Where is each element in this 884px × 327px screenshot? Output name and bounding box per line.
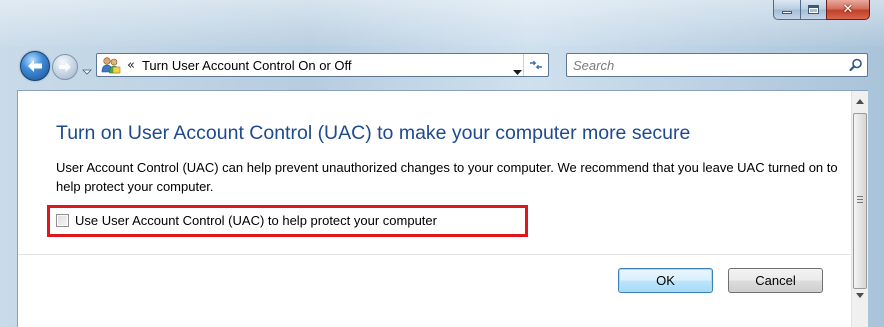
minimize-button[interactable] xyxy=(773,0,800,20)
window-frame: ✕ « Turn User Account Control On or Off … xyxy=(0,0,884,327)
checkbox-highlight: Use User Account Control (UAC) to help p… xyxy=(47,205,528,237)
dropdown-arrow-icon xyxy=(513,70,522,75)
search-box[interactable] xyxy=(566,53,868,77)
caption-buttons: ✕ xyxy=(773,0,870,20)
minimize-icon xyxy=(782,11,792,14)
cancel-button[interactable]: Cancel xyxy=(728,268,823,293)
close-button[interactable]: ✕ xyxy=(826,0,870,20)
button-divider xyxy=(18,254,851,255)
forward-button[interactable] xyxy=(52,54,78,80)
scroll-thumb[interactable] xyxy=(853,113,867,289)
ok-button[interactable]: OK xyxy=(618,268,713,293)
search-icon xyxy=(849,58,862,72)
close-icon: ✕ xyxy=(842,2,854,17)
search-button[interactable] xyxy=(845,58,867,72)
users-icon xyxy=(101,56,121,74)
maximize-icon xyxy=(808,5,819,14)
refresh-icon xyxy=(530,60,542,70)
back-button[interactable] xyxy=(20,51,50,81)
breadcrumb-overflow[interactable]: « xyxy=(127,58,135,73)
content-panel: Turn on User Account Control (UAC) to ma… xyxy=(17,90,868,327)
uac-checkbox[interactable] xyxy=(56,214,69,227)
grip-icon xyxy=(857,196,863,205)
vertical-scrollbar[interactable] xyxy=(851,91,868,327)
back-arrow-icon xyxy=(28,60,42,72)
address-bar[interactable]: « Turn User Account Control On or Off xyxy=(96,53,549,77)
scroll-up-icon[interactable] xyxy=(856,99,864,104)
uac-checkbox-row[interactable]: Use User Account Control (UAC) to help p… xyxy=(56,213,437,228)
description-text: User Account Control (UAC) can help prev… xyxy=(56,160,838,194)
forward-arrow-icon xyxy=(59,62,71,72)
breadcrumb-current[interactable]: Turn User Account Control On or Off xyxy=(142,58,352,73)
uac-checkbox-label[interactable]: Use User Account Control (UAC) to help p… xyxy=(75,213,437,228)
address-dropdown-button[interactable] xyxy=(513,61,522,80)
dropdown-arrow-icon xyxy=(82,69,92,75)
refresh-button[interactable] xyxy=(523,54,548,76)
search-input[interactable] xyxy=(573,55,845,75)
maximize-button[interactable] xyxy=(800,0,826,20)
page-title: Turn on User Account Control (UAC) to ma… xyxy=(56,122,691,144)
scroll-down-icon[interactable] xyxy=(856,293,864,298)
recent-pages-button[interactable] xyxy=(82,61,96,75)
